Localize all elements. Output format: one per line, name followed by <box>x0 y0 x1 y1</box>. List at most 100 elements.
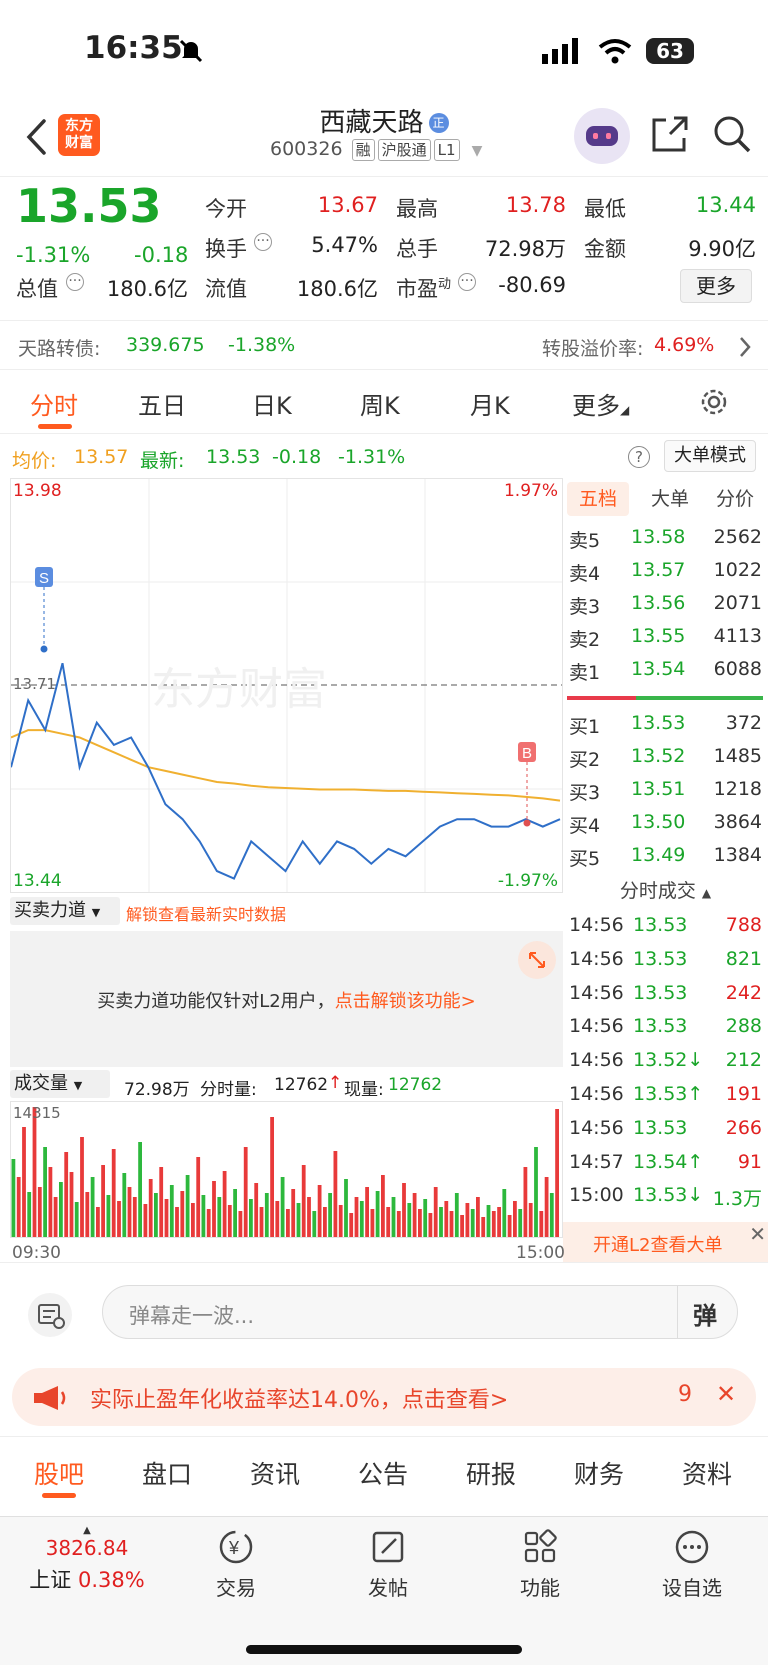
force-unlock-button[interactable]: 点击解锁该功能> <box>335 991 476 1012</box>
volume-bar <box>470 1209 475 1237</box>
level-volume: 1485 <box>713 745 762 767</box>
volume-bar <box>154 1193 158 1237</box>
bid-level-row: 买2 13.52 1485 <box>563 741 768 773</box>
expand-icon[interactable] <box>518 941 556 979</box>
status-bar: 16:35 63 <box>0 0 768 100</box>
volume-bar <box>212 1181 216 1237</box>
search-icon[interactable] <box>712 114 752 154</box>
volume-bar <box>286 1209 290 1237</box>
volume-bar <box>138 1142 142 1237</box>
volume-bar <box>423 1199 428 1237</box>
bid-level-row: 买4 13.50 3864 <box>563 807 768 839</box>
tab-profile[interactable]: 资料 <box>682 1455 732 1491</box>
nav-post[interactable]: 发帖 <box>338 1527 438 1601</box>
l2-promo-close-icon[interactable]: ✕ <box>749 1222 766 1246</box>
index-ticker[interactable]: ▲ 3826.84 上证 0.38% <box>12 1525 162 1594</box>
volume-bar <box>185 1175 190 1237</box>
volume-bar <box>407 1203 412 1237</box>
volume-bar <box>375 1191 380 1237</box>
danmaku-toggle-icon[interactable]: 弹 <box>693 1296 717 1331</box>
more-button[interactable]: 更多 <box>680 269 752 303</box>
volume-value: 72.98万 <box>484 237 566 261</box>
buy-marker-dot <box>523 819 531 827</box>
volume-bar <box>259 1207 264 1237</box>
tab-weekly-k[interactable]: 周K <box>360 386 400 421</box>
volume-bar <box>528 1203 533 1237</box>
convertible-bond-bar[interactable]: 天路转债: 339.675 -1.38% 转股溢价率: 4.69% <box>0 320 768 370</box>
tab-announcements[interactable]: 公告 <box>358 1455 408 1491</box>
volume-chart[interactable]: 14315 <box>10 1101 563 1238</box>
volume-bar <box>549 1193 554 1237</box>
mktcap-info-icon[interactable]: ··· <box>66 273 84 291</box>
tab-daily-k[interactable]: 日K <box>252 386 292 421</box>
quote-panel: 13.53 -1.31% -0.18 今开 13.67 最高 13.78 最低 … <box>0 176 768 320</box>
level-price: 13.50 <box>631 811 686 833</box>
chart-top-pct: 1.97% <box>503 481 558 501</box>
tab-news[interactable]: 资讯 <box>250 1455 300 1491</box>
nav-post-label: 发帖 <box>368 1576 408 1600</box>
chart-top-price: 13.98 <box>13 481 62 501</box>
last-value: 13.53 <box>206 446 261 468</box>
tab-finance[interactable]: 财务 <box>574 1455 624 1491</box>
tab-five-day[interactable]: 五日 <box>138 386 186 421</box>
promo-banner[interactable]: 实际止盈年化收益率达14.0%，点击查看> 9 ✕ <box>12 1368 756 1426</box>
promo-close-icon[interactable]: ✕ <box>716 1380 736 1408</box>
bell-muted-icon <box>179 39 203 63</box>
volume-bar <box>354 1197 359 1237</box>
tab-handicap[interactable]: 盘口 <box>142 1455 192 1491</box>
trade-volume: 266 <box>725 1116 762 1139</box>
tab-monthly-k[interactable]: 月K <box>470 386 510 421</box>
trade-time: 14:56 <box>569 914 624 936</box>
trade-volume: 91 <box>737 1150 762 1173</box>
force-unlock-link[interactable]: 解锁查看最新实时数据 <box>126 901 286 925</box>
nav-trade[interactable]: ¥ 交易 <box>186 1527 286 1601</box>
header-dropdown-icon[interactable]: ▼ <box>472 143 483 159</box>
intraday-chart[interactable]: 东方财富 S B 13.98 13.44 13.71 1.97% -1.97% <box>10 478 563 893</box>
tab-forum[interactable]: 股吧 <box>34 1455 84 1491</box>
trades-header[interactable]: 分时成交 ▲ <box>563 874 768 908</box>
l2-promo[interactable]: 开通L2查看大单 ✕ <box>563 1222 768 1262</box>
nav-functions[interactable]: 功能 <box>490 1527 590 1601</box>
chevron-right-icon <box>740 337 751 357</box>
nav-watchlist[interactable]: 设自选 <box>642 1527 742 1601</box>
turnover-info-icon[interactable]: ··· <box>254 233 272 251</box>
volume-bar <box>201 1195 206 1237</box>
big-order-mode-button[interactable]: 大单模式 <box>664 440 756 472</box>
volume-bar <box>32 1107 37 1237</box>
amount-label: 金额 <box>584 237 626 261</box>
input-divider <box>677 1286 678 1338</box>
chart-bottom-pct: -1.97% <box>497 871 558 891</box>
force-locked-panel[interactable]: 买卖力道功能仅针对L2用户，点击解锁该功能> <box>10 931 563 1067</box>
volume-bar <box>359 1201 364 1237</box>
force-select[interactable]: 买卖力道 ▼ <box>10 897 120 925</box>
settings-icon[interactable] <box>698 386 730 418</box>
tab-big-order[interactable]: 大单 <box>645 482 695 516</box>
volume-bar <box>544 1177 549 1237</box>
volume-bar <box>96 1207 100 1237</box>
volume-bar <box>59 1182 63 1237</box>
tab-intraday[interactable]: 分时 <box>30 386 78 421</box>
time-start: 09:30 <box>12 1243 61 1263</box>
volume-select[interactable]: 成交量 ▼ <box>10 1070 110 1098</box>
low-value: 13.44 <box>695 193 756 217</box>
danmaku-input[interactable]: 弹幕走一波... 弹 <box>102 1285 738 1339</box>
tab-price-dist[interactable]: 分价 <box>707 482 763 516</box>
turnover-value: 5.47% <box>311 233 378 257</box>
float-value: 180.6亿 <box>296 277 378 301</box>
share-icon[interactable] <box>650 114 690 154</box>
tag-connect: 沪股通 <box>377 139 431 161</box>
tab-more-label[interactable]: 更多 <box>572 392 620 420</box>
pe-info-icon[interactable]: ··· <box>458 273 476 291</box>
danmaku-icon[interactable] <box>28 1293 72 1337</box>
volume-bar <box>11 1159 16 1237</box>
volume-bar <box>148 1179 153 1237</box>
robot-avatar[interactable] <box>574 108 630 164</box>
level-label: 卖4 <box>569 563 601 585</box>
tab-research[interactable]: 研报 <box>466 1455 516 1491</box>
volume-bar <box>333 1151 338 1237</box>
help-icon[interactable]: ? <box>628 446 650 468</box>
tab-five-levels[interactable]: 五档 <box>567 482 629 516</box>
last-label: 最新: <box>140 450 185 472</box>
volume-bar <box>106 1195 111 1237</box>
force-bar: 买卖力道 ▼ 解锁查看最新实时数据 <box>10 893 563 931</box>
